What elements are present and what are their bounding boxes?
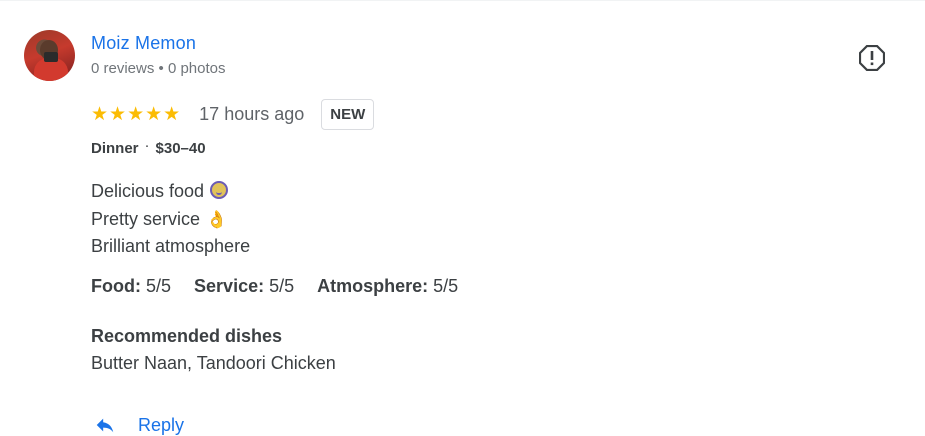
- reply-icon: [96, 418, 114, 433]
- review-line: Pretty service 👌: [91, 206, 250, 234]
- top-divider: [0, 0, 925, 1]
- review-text: Delicious food Pretty service 👌 Brilliant…: [91, 178, 250, 261]
- avatar-camera: [44, 52, 58, 62]
- review-line-text: Brilliant atmosphere: [91, 236, 251, 256]
- recommended-dishes-heading: Recommended dishes: [91, 326, 283, 346]
- review-line-text: Pretty service: [91, 208, 201, 229]
- meal-tag: Dinner: [91, 140, 139, 157]
- review-line: Brilliant atmosphere: [91, 233, 250, 261]
- price-tag: $30–40: [155, 140, 206, 157]
- ok-hand-emoji-icon: 👌: [206, 209, 228, 229]
- reviewer-meta: 0 reviews • 0 photos: [91, 60, 226, 77]
- avatar[interactable]: [24, 30, 75, 81]
- recommended-dishes-list: Butter Naan, Tandoori Chicken: [91, 353, 336, 373]
- star-rating: ★★★★★: [91, 104, 182, 125]
- score-label: Atmosphere:: [317, 276, 429, 296]
- review-line: Delicious food: [91, 178, 250, 206]
- reply-label: Reply: [138, 414, 185, 435]
- score-service: Service: 5/5: [194, 276, 294, 297]
- review-time: 17 hours ago: [199, 104, 305, 124]
- sub-ratings: Food: 5/5 Service: 5/5 Atmosphere: 5/5: [91, 276, 481, 297]
- score-value: 5/5: [146, 276, 172, 296]
- rating-row: ★★★★★ 17 hours ago NEW: [91, 98, 375, 131]
- score-value: 5/5: [433, 276, 459, 296]
- report-icon[interactable]: [859, 45, 885, 71]
- score-label: Food:: [91, 276, 141, 296]
- score-atmosphere: Atmosphere: 5/5: [317, 276, 458, 297]
- reviewer-name[interactable]: Moiz Memon: [91, 33, 196, 54]
- yum-face-emoji-icon: [210, 181, 229, 199]
- visit-tags: Dinner · $30–40: [91, 137, 206, 157]
- reply-button[interactable]: Reply: [94, 414, 184, 436]
- score-food: Food: 5/5: [91, 276, 171, 297]
- score-label: Service:: [194, 276, 265, 296]
- tag-separator: ·: [144, 137, 150, 154]
- new-badge: NEW: [321, 99, 375, 130]
- review-line-text: Delicious food: [91, 181, 205, 201]
- score-value: 5/5: [269, 276, 295, 296]
